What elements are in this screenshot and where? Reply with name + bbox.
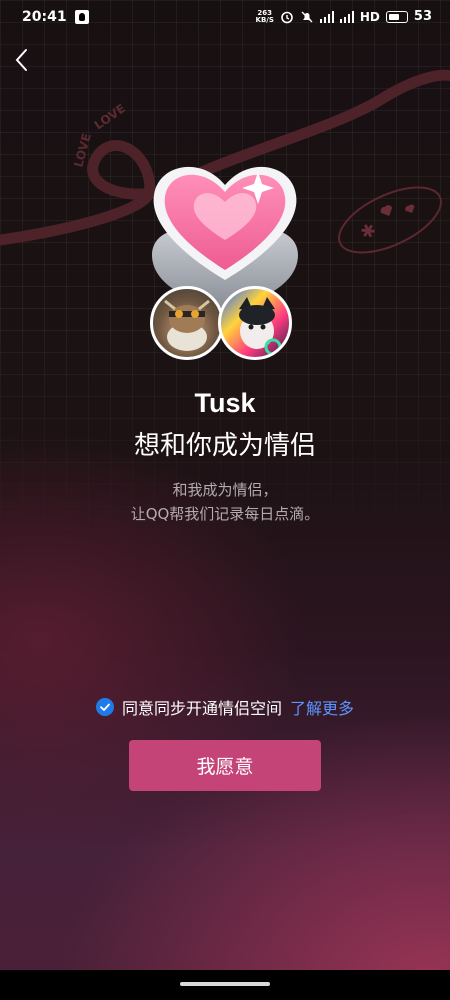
svg-text:✱: ✱ — [357, 219, 380, 244]
status-time: 20:41 — [22, 9, 67, 25]
checkmark-icon — [100, 703, 110, 711]
couple-hero — [140, 150, 310, 380]
description-line: 和我成为情侣， — [172, 481, 278, 499]
description-line: 让QQ帮我们记录每日点滴。 — [130, 505, 320, 523]
qq-notification-icon — [74, 10, 89, 24]
agreement-checkbox[interactable] — [95, 698, 114, 716]
accept-button[interactable]: 我愿意 — [129, 740, 321, 791]
battery-icon — [385, 10, 408, 23]
status-bar: 20:41 263 KB/S HD 53 — [0, 0, 450, 36]
love-text: LOVE — [92, 101, 128, 132]
signal-icon — [319, 10, 334, 23]
heart-icon — [152, 166, 298, 308]
system-nav-bar — [0, 970, 450, 1000]
agreement-label: 同意同步开通情侣空间 — [121, 699, 282, 718]
mute-icon — [301, 11, 313, 22]
alarm-icon — [281, 11, 293, 23]
invite-title: 想和你成为情侣 — [133, 431, 316, 461]
partner-name: Tusk — [194, 388, 256, 418]
battery-level: 53 — [413, 9, 432, 24]
network-speed: 263 KB/S — [255, 9, 274, 24]
network-speed-unit: KB/S — [255, 15, 274, 24]
signal-icon — [339, 10, 354, 23]
hd-indicator: HD — [359, 9, 380, 24]
avatar-left[interactable] — [150, 286, 224, 360]
learn-more-link[interactable]: 了解更多 — [290, 695, 354, 719]
home-indicator[interactable] — [180, 982, 270, 986]
avatar-right[interactable] — [218, 286, 292, 360]
agreement-row: 同意同步开通情侣空间 了解更多 — [0, 695, 450, 719]
invite-description: 和我成为情侣， 让QQ帮我们记录每日点滴。 — [0, 478, 450, 526]
